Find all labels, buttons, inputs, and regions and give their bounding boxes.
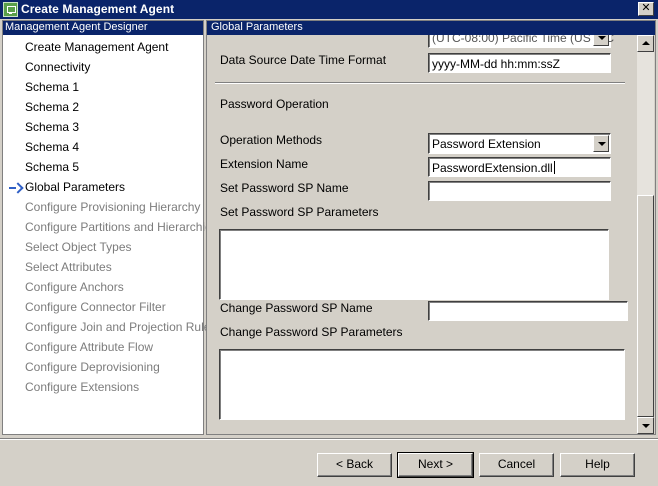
- app-icon: [3, 2, 18, 17]
- nav-item-schema-1[interactable]: Schema 1: [25, 80, 79, 94]
- section-separator: [215, 82, 625, 84]
- operation-methods-value: Password Extension: [432, 137, 541, 151]
- nav-item-configure-provisioning-hierarchy: Configure Provisioning Hierarchy: [25, 200, 201, 214]
- password-operation-heading: Password Operation: [220, 97, 329, 111]
- nav-item-configure-anchors: Configure Anchors: [25, 280, 124, 294]
- operation-methods-select[interactable]: Password Extension: [428, 133, 611, 154]
- nav-item-configure-attribute-flow: Configure Attribute Flow: [25, 340, 154, 354]
- global-parameters-header: Global Parameters: [207, 21, 655, 35]
- window-title: Create Management Agent: [21, 2, 175, 16]
- change-password-sp-name-field[interactable]: [428, 301, 628, 321]
- cancel-button[interactable]: Cancel: [479, 453, 554, 477]
- help-button[interactable]: Help: [560, 453, 635, 477]
- nav-item-configure-deprovisioning: Configure Deprovisioning: [25, 360, 160, 374]
- window-title-bar: Create Management Agent ✕: [0, 0, 658, 19]
- nav-item-configure-connector-filter: Configure Connector Filter: [25, 300, 166, 314]
- nav-item-create-management-agent[interactable]: Create Management Agent: [25, 40, 168, 54]
- nav-item-schema-5[interactable]: Schema 5: [25, 160, 79, 174]
- nav-item-schema-4[interactable]: Schema 4: [25, 140, 79, 154]
- nav-item-select-attributes: Select Attributes: [25, 260, 112, 274]
- nav-item-select-object-types: Select Object Types: [25, 240, 132, 254]
- next-button[interactable]: Next >: [397, 452, 474, 478]
- global-parameters-content: (UTC-08:00) Pacific Time (US & C Data So…: [207, 35, 632, 434]
- navigation-pane-header: Management Agent Designer: [3, 21, 203, 35]
- scroll-up-icon[interactable]: [637, 35, 654, 52]
- nav-item-configure-join-projection: Configure Join and Projection Rules: [25, 320, 217, 334]
- date-format-label: Data Source Date Time Format: [220, 53, 387, 67]
- operation-methods-label: Operation Methods: [220, 133, 323, 147]
- chevron-down-icon[interactable]: [593, 135, 609, 152]
- extension-name-field[interactable]: PasswordExtension.dll: [428, 157, 611, 177]
- nav-item-schema-2[interactable]: Schema 2: [25, 100, 79, 114]
- change-password-sp-name-label: Change Password SP Name: [220, 301, 373, 315]
- navigation-pane: Management Agent Designer Create Managem…: [2, 20, 218, 435]
- change-password-sp-params-label: Change Password SP Parameters: [220, 325, 403, 339]
- set-password-sp-name-label: Set Password SP Name: [220, 181, 349, 195]
- scroll-thumb[interactable]: [637, 195, 654, 417]
- extension-name-label: Extension Name: [220, 157, 309, 171]
- change-password-sp-params-field[interactable]: [219, 349, 625, 420]
- timezone-dropdown-button[interactable]: [593, 35, 609, 46]
- set-password-sp-name-field[interactable]: [428, 181, 611, 201]
- nav-item-connectivity[interactable]: Connectivity: [25, 60, 90, 74]
- nav-item-configure-extensions: Configure Extensions: [25, 380, 140, 394]
- nav-item-schema-3[interactable]: Schema 3: [25, 120, 79, 134]
- set-password-sp-params-label: Set Password SP Parameters: [220, 205, 379, 219]
- nav-item-configure-partitions: Configure Partitions and Hierarchies: [25, 220, 218, 234]
- current-step-arrow-icon: [9, 183, 21, 193]
- timezone-select-value: (UTC-08:00) Pacific Time (US & C: [432, 35, 615, 45]
- set-password-sp-params-field[interactable]: [219, 229, 609, 300]
- text-caret: [553, 161, 555, 174]
- date-format-field[interactable]: yyyy-MM-dd hh:mm:ssZ: [428, 53, 611, 73]
- vertical-scrollbar[interactable]: [637, 35, 654, 434]
- scroll-down-icon[interactable]: [637, 417, 654, 434]
- back-button[interactable]: < Back: [317, 453, 392, 477]
- extension-name-value: PasswordExtension.dll: [432, 161, 553, 175]
- footer-separator: [0, 438, 658, 440]
- nav-item-global-parameters[interactable]: Global Parameters: [25, 180, 125, 194]
- global-parameters-pane: Global Parameters (UTC-08:00) Pacific Ti…: [206, 20, 656, 435]
- timezone-select[interactable]: (UTC-08:00) Pacific Time (US & C: [428, 35, 615, 48]
- close-button[interactable]: ✕: [638, 2, 654, 16]
